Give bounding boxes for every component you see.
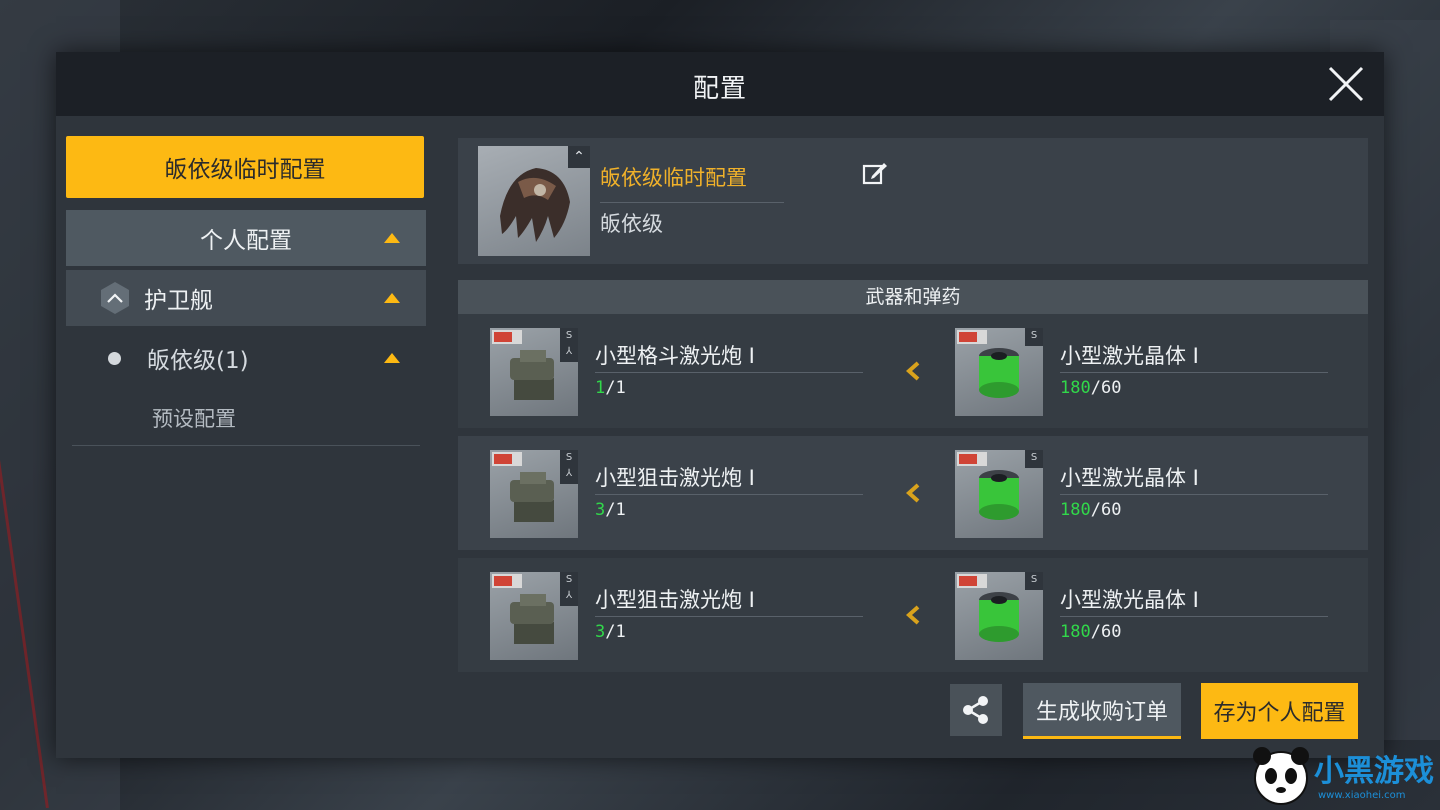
ship-thumbnail[interactable]: ⌃ [478, 146, 590, 256]
tree-personal-label: 个人配置 [200, 228, 292, 254]
ammo-item[interactable]: S [955, 572, 1043, 660]
tree-frigate-label: 护卫舰 [144, 288, 213, 314]
crystal-icon [979, 470, 1019, 520]
caret-up-icon [384, 353, 400, 363]
ship-card: ⌃ 皈依级临时配置 皈依级 [458, 138, 1368, 264]
ammo-item[interactable]: S [955, 450, 1043, 538]
chevron-left-icon[interactable] [904, 360, 922, 382]
divider [595, 494, 863, 495]
ship-loadout-name: 皈依级临时配置 [600, 166, 747, 190]
ammo-count: 180/60 [1060, 378, 1122, 398]
chevron-left-icon[interactable] [904, 482, 922, 504]
dialog-header: 配置 [56, 52, 1384, 116]
loadout-detail: ⌃ 皈依级临时配置 皈依级 武器和弹药 S ⅄ 小型格斗激光炮 I 1/1 S … [458, 138, 1368, 680]
divider [1060, 616, 1328, 617]
weapons-section-header: 武器和弹药 [458, 280, 1368, 314]
tree-preset[interactable]: 预设配置 [72, 390, 420, 446]
watermark-brand: 小黑游戏 [1314, 754, 1434, 789]
weapon-count: 3/1 [595, 500, 626, 520]
ammo-name: 小型激光晶体 I [1060, 344, 1199, 368]
weapon-item[interactable]: S ⅄ [490, 328, 578, 416]
bullet-icon [108, 351, 121, 365]
temp-loadout-button[interactable]: 皈依级临时配置 [66, 136, 424, 198]
tree-ship[interactable]: 皈依级(1) [66, 326, 426, 390]
weapon-name: 小型狙击激光炮 I [595, 588, 755, 612]
caret-up-icon [384, 233, 400, 243]
tree-ship-label: 皈依级(1) [147, 348, 249, 374]
watermark-logo: 小黑游戏 www.xiaohei.com [1248, 740, 1440, 810]
weapon-name: 小型狙击激光炮 I [595, 466, 755, 490]
crystal-icon [979, 592, 1019, 642]
turret-icon [510, 472, 554, 522]
ammo-name: 小型激光晶体 I [1060, 588, 1199, 612]
weapon-slot-row: S ⅄ 小型狙击激光炮 I 3/1 S 小型激光晶体 I 180/60 [458, 558, 1368, 672]
ammo-count: 180/60 [1060, 622, 1122, 642]
close-button[interactable] [1326, 64, 1366, 104]
ammo-count: 180/60 [1060, 500, 1122, 520]
loadout-tree: 皈依级临时配置 个人配置 护卫舰 皈依级(1) 预设配置 [66, 136, 426, 446]
divider [1060, 372, 1328, 373]
ammo-item[interactable]: S [955, 328, 1043, 416]
weapon-name: 小型格斗激光炮 I [595, 344, 755, 368]
weapon-slot-row: S ⅄ 小型格斗激光炮 I 1/1 S 小型激光晶体 I 180/60 [458, 314, 1368, 428]
edit-icon[interactable] [862, 160, 888, 186]
watermark-url: www.xiaohei.com [1318, 790, 1406, 801]
tree-frigate[interactable]: 护卫舰 [66, 270, 426, 326]
save-personal-loadout-button[interactable]: 存为个人配置 [1201, 683, 1358, 739]
divider [595, 616, 863, 617]
weapon-count: 1/1 [595, 378, 626, 398]
turret-icon [510, 594, 554, 644]
weapon-count: 3/1 [595, 622, 626, 642]
share-button[interactable] [950, 684, 1002, 736]
panda-icon [1253, 747, 1309, 805]
chevron-up-icon: ⌃ [568, 146, 590, 168]
divider [1060, 494, 1328, 495]
tree-personal-loadouts[interactable]: 个人配置 [66, 210, 426, 266]
turret-icon [510, 350, 554, 400]
close-icon [1328, 66, 1364, 102]
chevron-left-icon[interactable] [904, 604, 922, 626]
ammo-name: 小型激光晶体 I [1060, 466, 1199, 490]
dialog-title: 配置 [692, 74, 747, 104]
weapon-slot-row: S ⅄ 小型狙击激光炮 I 3/1 S 小型激光晶体 I 180/60 [458, 436, 1368, 550]
crystal-icon [979, 348, 1019, 398]
ship-class: 皈依级 [600, 212, 663, 236]
weapon-item[interactable]: S ⅄ [490, 572, 578, 660]
create-buy-order-button[interactable]: 生成收购订单 [1023, 683, 1181, 739]
divider [595, 372, 863, 373]
share-icon [963, 696, 988, 724]
weapon-item[interactable]: S ⅄ [490, 450, 578, 538]
loadout-dialog: 配置 皈依级临时配置 个人配置 护卫舰 皈依级(1) 预设配置 ⌃ 皈依级临时配… [56, 52, 1384, 758]
hexagon-icon [98, 281, 132, 315]
caret-up-icon [384, 293, 400, 303]
divider [600, 202, 784, 203]
